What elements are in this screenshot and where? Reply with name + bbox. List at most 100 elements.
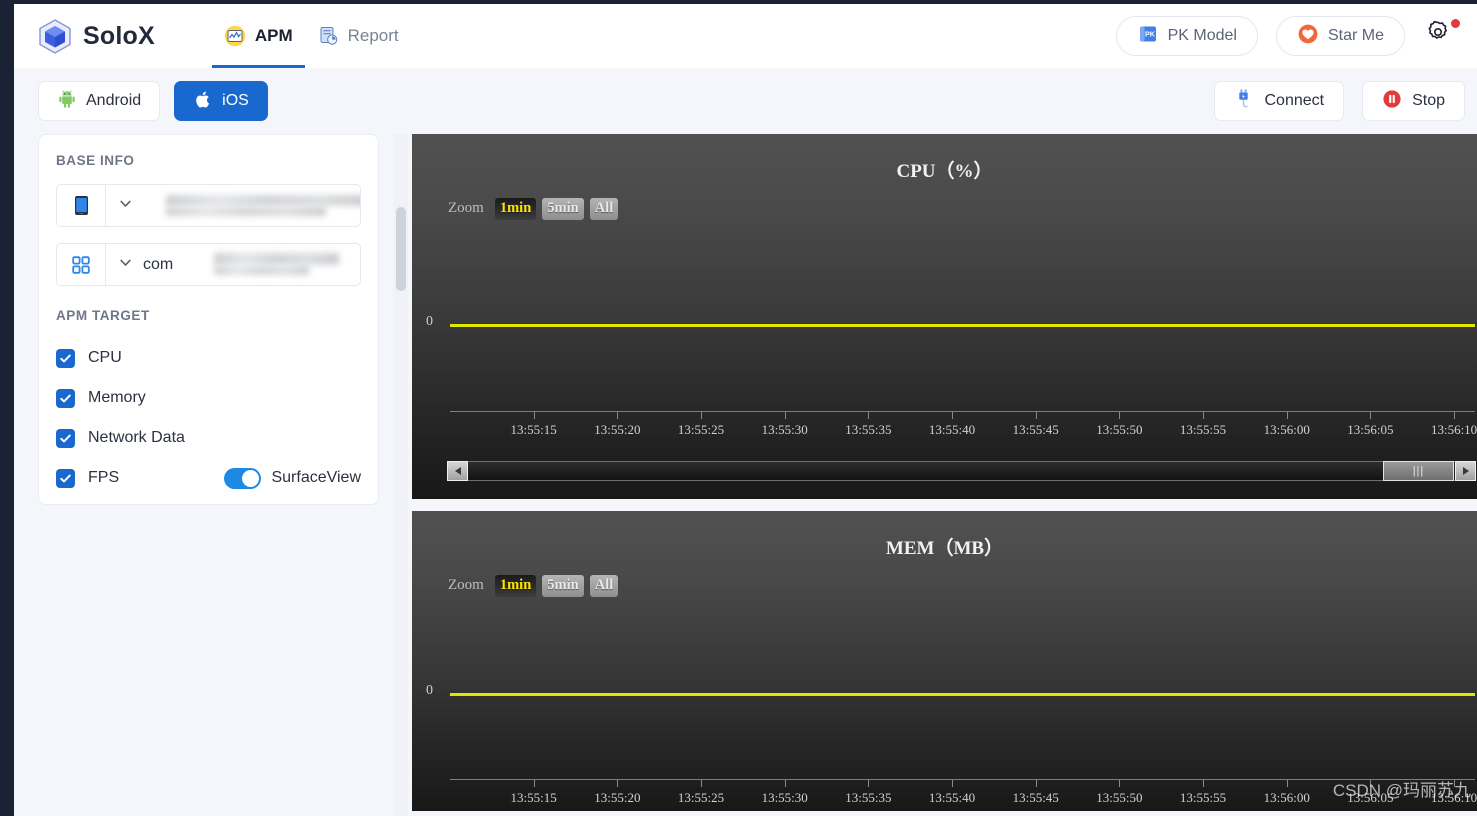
x-axis-tick-label: 13:56:00: [1263, 422, 1310, 437]
checkbox-checked-icon[interactable]: [56, 428, 75, 448]
pk-model-label: PK Model: [1167, 27, 1237, 44]
x-axis-tick-label: 13:55:20: [594, 422, 641, 437]
device-selector[interactable]: [56, 184, 361, 227]
x-axis-tick-label: 13:55:25: [677, 422, 725, 437]
mem-chart-title: MEM（MB）: [885, 538, 1004, 559]
android-robot-icon: [57, 89, 77, 114]
triangle-right-icon: [1462, 467, 1469, 475]
checkbox-checked-icon[interactable]: [56, 388, 75, 408]
x-axis-tick-label: 13:55:30: [761, 790, 808, 805]
cpu-navigator-right-arrow[interactable]: [1455, 461, 1476, 481]
x-axis-tick-label: 13:55:15: [510, 422, 557, 437]
base-info-panel: BASE INFO com APM TARGET CPU Memory Netw…: [38, 134, 379, 505]
x-axis-tick-label: 13:56:05: [1347, 790, 1394, 805]
device-actions: Connect Stop: [1214, 81, 1465, 121]
main-nav: APM Report: [211, 4, 411, 68]
x-axis-tick-label: 13:55:40: [928, 790, 976, 805]
x-axis-tick: [701, 412, 703, 419]
x-axis-tick-label: 13:56:00: [1263, 790, 1310, 805]
solox-app-window: SoloX APM Report PK PK Model Star Me And…: [14, 4, 1477, 816]
platform-android-label: Android: [86, 92, 142, 109]
stop-button[interactable]: Stop: [1362, 81, 1465, 121]
x-axis-tick: [1035, 412, 1037, 419]
x-axis-tick: [868, 412, 870, 419]
x-axis-tick: [1203, 780, 1205, 787]
pk-model-button[interactable]: PK PK Model: [1115, 16, 1258, 56]
apm-target-fps[interactable]: FPS SurfaceView: [56, 458, 361, 498]
apm-target-cpu-label: CPU: [88, 349, 122, 366]
apm-target-cpu[interactable]: CPU: [56, 338, 361, 378]
cpu-chart-title: CPU（%）: [896, 161, 993, 182]
x-axis-tick: [952, 412, 954, 419]
stop-pause-icon: [1382, 89, 1402, 114]
package-value-redaction-2: [214, 266, 309, 275]
zoom-5min-button[interactable]: 5min: [542, 575, 584, 597]
x-axis-tick-label: 13:55:55: [1179, 790, 1227, 805]
platform-group: Android iOS: [38, 81, 268, 121]
usb-plug-icon: [1234, 88, 1254, 115]
cpu-navigator-left-arrow[interactable]: [447, 461, 468, 481]
apm-target-memory-label: Memory: [88, 389, 146, 406]
package-value-redaction: [214, 253, 339, 265]
surfaceview-toggle[interactable]: [224, 467, 262, 489]
apm-target-title: APM TARGET: [56, 308, 150, 323]
package-selector-value: com: [143, 255, 174, 273]
tab-report[interactable]: Report: [305, 4, 411, 68]
tab-apm[interactable]: APM: [211, 4, 305, 68]
platform-ios-button[interactable]: iOS: [174, 81, 268, 121]
apm-target-network-data-label: Network Data: [88, 429, 185, 446]
triangle-left-icon: [454, 467, 461, 475]
x-axis-tick: [1454, 780, 1456, 787]
platform-ios-label: iOS: [222, 92, 249, 109]
surfaceview-label: SurfaceView: [271, 469, 361, 486]
x-axis-tick: [1203, 412, 1205, 419]
zoom-5min-button[interactable]: 5min: [542, 198, 584, 220]
checkbox-checked-icon[interactable]: [56, 468, 75, 488]
cpu-navigator-thumb[interactable]: |||: [1383, 461, 1454, 481]
package-selector-body: com: [106, 244, 360, 285]
package-selector[interactable]: com: [56, 243, 361, 286]
x-axis-tick-label: 13:55:25: [677, 790, 725, 805]
zoom-all-button[interactable]: All: [589, 575, 619, 597]
platform-android-button[interactable]: Android: [38, 81, 161, 121]
tab-report-label: Report: [347, 26, 399, 45]
device-selector-body: [106, 185, 360, 226]
zoom-all-button[interactable]: All: [589, 198, 619, 220]
main-body: BASE INFO com APM TARGET CPU Memory Netw…: [14, 134, 1477, 816]
zoom-1min-button[interactable]: 1min: [494, 198, 537, 220]
x-axis-tick-label: 13:56:05: [1347, 422, 1394, 437]
apm-target-fps-label: FPS: [88, 469, 120, 486]
base-info-title: BASE INFO: [56, 153, 135, 168]
page-scrollbar[interactable]: [394, 134, 408, 816]
x-axis-tick: [617, 412, 619, 419]
zoom-label: Zoom: [448, 200, 484, 217]
apm-monitor-icon: [224, 25, 246, 47]
platform-toolbar: Android iOS Connect Stop: [14, 68, 1477, 134]
x-axis-tick-label: 13:55:40: [928, 422, 976, 437]
zoom-1min-button[interactable]: 1min: [494, 575, 537, 597]
cpu-zoom-controls: Zoom 1min 5min All: [448, 198, 619, 220]
checkbox-checked-icon[interactable]: [56, 348, 75, 368]
cpu-x-axis: [450, 411, 1475, 412]
device-value-redaction: [166, 195, 360, 206]
settings-button[interactable]: [1425, 19, 1460, 53]
x-axis-tick-label: 13:55:15: [510, 790, 557, 805]
apm-target-network-data[interactable]: Network Data: [56, 418, 361, 458]
mem-chart: MEM（MB） Zoom 1min 5min All 0 13:55:15 13:…: [412, 511, 1477, 811]
x-axis-tick: [1119, 412, 1121, 419]
heart-star-icon: [1297, 23, 1319, 50]
chevron-down-icon: [118, 196, 133, 216]
cpu-navigator[interactable]: |||: [447, 461, 1476, 481]
star-me-button[interactable]: Star Me: [1275, 16, 1405, 56]
x-axis-tick: [701, 780, 703, 787]
x-axis-tick: [784, 780, 786, 787]
apm-target-memory[interactable]: Memory: [56, 378, 361, 418]
app-header: SoloX APM Report PK PK Model Star Me: [14, 4, 1477, 68]
connect-button[interactable]: Connect: [1214, 81, 1345, 121]
charts-divider: [412, 499, 1477, 511]
cpu-series-line: [450, 324, 1475, 327]
cpu-chart: CPU（%） Zoom 1min 5min All 0 13:55:15 13:5…: [412, 134, 1477, 499]
page-scrollbar-thumb[interactable]: [396, 207, 406, 291]
x-axis-tick: [617, 780, 619, 787]
mem-series-line: [450, 693, 1475, 696]
